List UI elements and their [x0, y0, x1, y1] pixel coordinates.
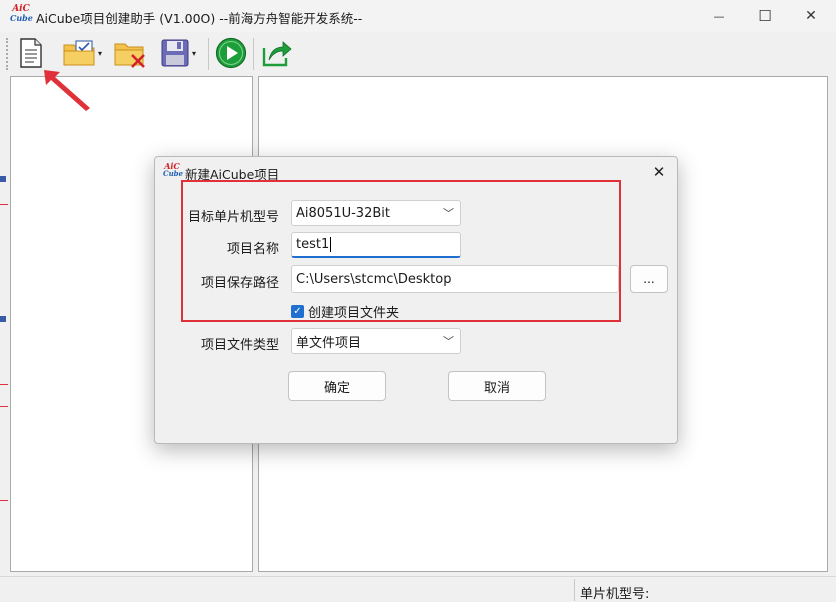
open-project-button[interactable]: ▾ [56, 36, 108, 70]
save-path-value: C:\Users\stcmc\Desktop [296, 271, 452, 287]
window-title: AiCube项目创建助手 (V1.00O) --前海方舟智能开发系统-- [36, 11, 363, 26]
new-project-button[interactable] [14, 36, 48, 70]
close-icon: ✕ [805, 8, 817, 24]
file-type-select[interactable]: 单文件项目 ﹀ [291, 328, 461, 354]
file-type-value: 单文件项目 [296, 335, 362, 351]
status-bar: 单片机型号: [0, 576, 836, 602]
chevron-down-icon: ﹀ [443, 335, 454, 348]
save-icon [161, 39, 189, 67]
project-name-input[interactable]: test1 [291, 232, 461, 258]
chevron-down-icon: ▾ [191, 48, 196, 58]
checkmark-icon: ✓ [293, 305, 302, 317]
logo-text-bottom: Cube [10, 13, 33, 23]
toolbar: ▾ ▾ [0, 32, 836, 74]
ok-button[interactable]: 确定 [288, 371, 386, 401]
mcu-model-status: 单片机型号: [580, 587, 650, 602]
export-button[interactable] [258, 36, 296, 70]
minimize-icon: — [713, 9, 725, 23]
create-folder-checkbox-row[interactable]: ✓ 创建项目文件夹 [291, 302, 400, 321]
export-icon [262, 41, 292, 67]
maximize-button[interactable]: ☐ [742, 0, 788, 32]
app-logo: AiC Cube [10, 5, 33, 27]
dialog-logo: AiC Cube [163, 162, 184, 182]
close-button[interactable]: ✕ [788, 0, 834, 32]
dialog-logo-text-bottom: Cube [163, 169, 184, 178]
file-type-label: 项目文件类型 [200, 338, 279, 353]
target-mcu-select[interactable]: Ai8051U-32Bit ﹀ [291, 200, 461, 226]
new-project-dialog: AiC Cube 新建AiCube项目 ✕ 目标单片机型号 Ai8051U-32… [154, 156, 678, 444]
create-folder-checkbox[interactable]: ✓ [291, 304, 304, 318]
create-folder-label: 创建项目文件夹 [308, 305, 400, 321]
browse-button[interactable]: ... [630, 265, 668, 293]
maximize-icon: ☐ [758, 7, 772, 25]
save-path-input[interactable]: C:\Users\stcmc\Desktop [291, 265, 619, 293]
close-project-button[interactable] [112, 36, 148, 70]
delete-folder-icon [114, 43, 145, 68]
chevron-down-icon: ▾ [97, 48, 102, 58]
dialog-title: 新建AiCube项目 [185, 167, 280, 182]
open-folder-icon [63, 40, 95, 66]
annotation-arrow-icon [44, 70, 90, 111]
target-mcu-label: 目标单片机型号 [187, 210, 279, 225]
background-window-edge [0, 76, 8, 576]
cancel-button[interactable]: 取消 [448, 371, 546, 401]
project-name-label: 项目名称 [226, 242, 279, 257]
toolbar-separator [253, 38, 254, 70]
text-caret [330, 237, 332, 252]
chevron-down-icon: ﹀ [443, 207, 454, 220]
save-path-label: 项目保存路径 [200, 276, 279, 291]
run-button[interactable] [213, 36, 249, 70]
target-mcu-value: Ai8051U-32Bit [296, 205, 390, 221]
minimize-button[interactable]: — [696, 0, 742, 32]
project-name-value: test1 [296, 237, 330, 252]
status-divider [574, 579, 575, 601]
toolbar-grip[interactable] [6, 38, 9, 70]
toolbar-separator [208, 38, 209, 70]
new-file-icon [20, 38, 42, 68]
dialog-title-bar: AiC Cube 新建AiCube项目 ✕ [155, 157, 677, 187]
save-project-button[interactable]: ▾ [152, 36, 204, 70]
close-icon: ✕ [652, 163, 666, 181]
run-icon [215, 37, 247, 69]
title-bar: AiC Cube AiCube项目创建助手 (V1.00O) --前海方舟智能开… [0, 0, 836, 32]
dialog-close-button[interactable]: ✕ [647, 160, 671, 184]
